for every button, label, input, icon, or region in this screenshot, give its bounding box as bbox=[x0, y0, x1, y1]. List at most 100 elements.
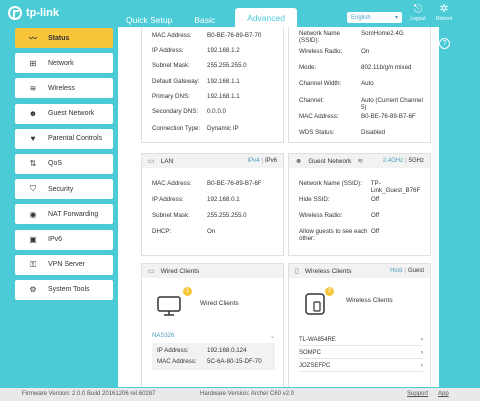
sidebar-item-system-tools[interactable]: ⚙ System Tools bbox=[15, 279, 113, 300]
lan-dhcp-value: On bbox=[207, 228, 216, 235]
sidebar-item-nat-forwarding[interactable]: ◉ NAT Forwarding bbox=[15, 204, 113, 225]
internet-mac-label: MAC Address: bbox=[152, 32, 192, 39]
support-link[interactable]: Support bbox=[407, 391, 428, 397]
sidebar-item-ipv6[interactable]: ▣ IPv6 bbox=[15, 229, 113, 250]
sidebar-item-status[interactable]: 〰 Status bbox=[15, 28, 113, 48]
wired-clients-card: ▭ Wired Clients 1 Wired Clients NAS326 ⌄… bbox=[141, 263, 284, 387]
wireless-channel-label: Channel: bbox=[299, 97, 324, 104]
network-icon: ⊞ bbox=[29, 58, 37, 68]
internet-subnet-value: 255.255.255.0 bbox=[207, 62, 247, 69]
internet-ip-label: IP Address: bbox=[152, 47, 184, 54]
wired-title: Wired Clients bbox=[160, 267, 200, 275]
sidebar: 〰 Status ⊞ Network ≋ Wireless ☻ Guest Networ… bbox=[15, 28, 113, 305]
wireless-wds-value: Disabled bbox=[361, 129, 386, 136]
chevron-down-icon: ⌄ bbox=[269, 334, 275, 340]
guest-ssid-value: TP-Link_Guest_B76F bbox=[370, 180, 421, 194]
guest-tab-24ghz[interactable]: 2.4GHz bbox=[383, 158, 403, 164]
wired-count-badge: 1 bbox=[183, 287, 192, 296]
wireless-mac-value: B0-BE-76-89-B7-6F bbox=[361, 113, 416, 120]
tp-link-logo[interactable]: tp-link bbox=[8, 6, 59, 20]
wireless-clients-header: ▯ Wireless Clients Host | Guest bbox=[289, 264, 430, 278]
logo-text: tp-link bbox=[26, 7, 59, 19]
sidebar-item-wireless[interactable]: ≋ Wireless bbox=[15, 78, 113, 99]
internet-secondary-dns-value: 0.0.0.0 bbox=[207, 108, 226, 115]
wireless-device-name: TL-WA854RE bbox=[299, 337, 336, 343]
guest-radio-label: Wireless Radio: bbox=[299, 212, 343, 219]
internet-mac-value: B0-BE-76-89-B7-70 bbox=[207, 32, 262, 39]
footer: Firmware Version: 2.0.0 Build 20161206 r… bbox=[0, 388, 480, 401]
reboot-label: Reboot bbox=[435, 16, 453, 22]
wired-device-row[interactable]: NAS326 ⌄ bbox=[152, 333, 275, 340]
chevron-right-icon: › bbox=[421, 363, 423, 369]
wireless-device-item[interactable]: SOMPC › bbox=[299, 348, 423, 359]
language-value: English bbox=[351, 14, 371, 21]
chevron-right-icon: › bbox=[421, 337, 423, 343]
qos-icon: ⇅ bbox=[29, 159, 37, 169]
parental-controls-icon: ♥ bbox=[30, 134, 36, 144]
wireless-card: Network Name (SSID): SomHome2.4G Wireless… bbox=[288, 27, 431, 143]
lan-tab-ipv6[interactable]: IPv6 bbox=[265, 158, 277, 164]
sidebar-item-label: Parental Controls bbox=[48, 135, 103, 143]
sidebar-item-security[interactable]: ⛉ Security bbox=[15, 179, 113, 200]
wireless-clients-tab-host[interactable]: Host bbox=[390, 268, 402, 274]
pulse-icon: 〰 bbox=[29, 33, 37, 43]
wireless-channel-value: Auto (Current Channel 5) bbox=[360, 97, 423, 111]
sidebar-item-label: IPv6 bbox=[48, 236, 63, 243]
internet-subnet-label: Subnet Mask: bbox=[152, 62, 190, 69]
wireless-clients-title: Wireless Clients bbox=[304, 267, 352, 275]
internet-primary-dns-value: 192.168.1.1 bbox=[207, 93, 240, 100]
wireless-ssid-value: SomHome2.4G bbox=[361, 30, 404, 37]
wired-mac-label: MAC Address: bbox=[157, 358, 197, 365]
wireless-clients-label: Wireless Clients bbox=[346, 297, 393, 304]
guest-card-header: ☻ Guest Network ≋ 2.4GHz | 5GHz bbox=[289, 154, 430, 168]
internet-connection-type-label: Connection Type: bbox=[152, 125, 201, 132]
sidebar-item-label: Guest Network bbox=[48, 110, 95, 118]
logout-label: Logout bbox=[410, 16, 426, 22]
wireless-device-name: SOMPC bbox=[299, 350, 322, 356]
sidebar-item-qos[interactable]: ⇅ QoS bbox=[15, 153, 113, 174]
lan-tab-ipv4[interactable]: IPv4 bbox=[247, 158, 259, 164]
logout-button[interactable]: ⎋ Logout bbox=[406, 3, 430, 22]
wireless-device-name: JOZSEFPC bbox=[299, 363, 331, 369]
wireless-clients-card: ▯ Wireless Clients Host | Guest 3 Wireless… bbox=[288, 263, 431, 387]
app-link[interactable]: App bbox=[438, 391, 449, 397]
language-select[interactable]: English ▾ bbox=[347, 12, 402, 23]
lan-mac-label: MAC Address: bbox=[152, 180, 192, 187]
vpn-icon: ⚿ bbox=[29, 259, 37, 269]
internet-card: MAC Address: B0-BE-76-89-B7-70 IP Address… bbox=[141, 27, 284, 143]
sidebar-item-parental-controls[interactable]: ♥ Parental Controls bbox=[15, 128, 113, 149]
main-tabs: Quick Setup Basic Advanced bbox=[118, 8, 297, 29]
guest-ssid-label: Network Name (SSID): bbox=[299, 180, 362, 187]
wireless-clients-tab-guest[interactable]: Guest bbox=[408, 268, 424, 274]
internet-primary-dns-label: Primary DNS: bbox=[152, 93, 190, 100]
wireless-device-item[interactable]: TL-WA854RE › bbox=[299, 335, 423, 346]
security-shield-icon: ⛉ bbox=[30, 184, 36, 194]
ipv6-icon: ▣ bbox=[29, 235, 37, 244]
lan-subnet-value: 255.255.255.0 bbox=[207, 212, 247, 219]
wireless-device-item[interactable]: JOZSEFPC › bbox=[299, 361, 423, 372]
tablet-phone-icon bbox=[305, 293, 325, 315]
guest-title: Guest Network bbox=[308, 157, 352, 165]
sidebar-item-guest-network[interactable]: ☻ Guest Network bbox=[15, 103, 113, 124]
mobile-device-icon: ▯ bbox=[295, 268, 299, 275]
sidebar-item-label: System Tools bbox=[48, 286, 90, 294]
wired-device-name: NAS326 bbox=[152, 333, 175, 339]
help-icon[interactable]: ? bbox=[439, 38, 450, 49]
guest-network-icon: ☻ bbox=[28, 109, 38, 119]
reboot-button[interactable]: ✲ Reboot bbox=[432, 3, 456, 22]
wired-clients-label: Wired Clients bbox=[200, 300, 239, 307]
nat-forwarding-icon: ◉ bbox=[29, 209, 37, 219]
guest-tab-5ghz[interactable]: 5GHz bbox=[409, 158, 424, 164]
wired-mac-value: 5C-6A-80-15-DF-70 bbox=[207, 358, 262, 365]
wireless-mode-value: 802.11b/g/n mixed bbox=[361, 64, 412, 71]
sidebar-item-vpn-server[interactable]: ⚿ VPN Server bbox=[15, 254, 113, 275]
sidebar-item-label: NAT Forwarding bbox=[48, 210, 99, 218]
sidebar-item-label: Status bbox=[48, 34, 70, 42]
internet-ip-value: 192.168.1.2 bbox=[207, 47, 240, 54]
lan-monitor-icon: ▭ bbox=[148, 158, 155, 165]
tab-advanced[interactable]: Advanced bbox=[235, 8, 297, 29]
sidebar-item-network[interactable]: ⊞ Network bbox=[15, 53, 113, 74]
main-panel: MAC Address: B0-BE-76-89-B7-70 IP Address… bbox=[118, 27, 439, 387]
wireless-ssid-label: Network Name (SSID): bbox=[299, 30, 340, 44]
computer-monitor-icon bbox=[157, 296, 181, 316]
